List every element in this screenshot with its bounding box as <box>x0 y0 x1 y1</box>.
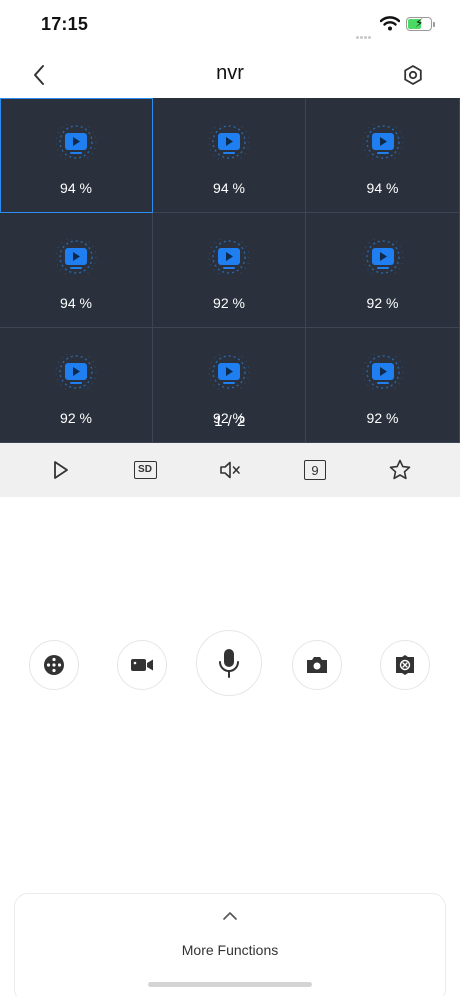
quality-label: SD <box>138 464 152 475</box>
loading-percent: 94 % <box>366 180 399 196</box>
video-play-icon <box>362 354 403 390</box>
ptz-button[interactable] <box>29 640 79 690</box>
chevron-up-icon[interactable] <box>221 910 239 922</box>
video-cell[interactable]: 94 % <box>153 98 306 213</box>
status-bar: 17:15 ⚡ <box>0 0 460 50</box>
control-row <box>0 630 460 710</box>
settings-hexagon-icon <box>404 65 422 85</box>
nav-bar: nvr <box>0 50 460 98</box>
play-button[interactable] <box>46 456 74 484</box>
snapshot-button[interactable] <box>292 640 342 690</box>
mute-icon <box>220 461 240 479</box>
video-cell[interactable]: 94 % <box>306 98 460 213</box>
video-play-icon <box>208 124 250 160</box>
more-functions-label[interactable]: More Functions <box>15 942 445 958</box>
video-cell[interactable]: 92 % <box>153 213 306 328</box>
mute-button[interactable] <box>216 456 244 484</box>
video-play-icon <box>55 124 97 160</box>
favorite-button[interactable] <box>386 456 414 484</box>
wifi-icon <box>379 16 401 36</box>
video-cell[interactable]: 94 % <box>0 98 153 213</box>
loading-percent: 92 % <box>213 295 245 311</box>
snapshot-camera-icon <box>307 657 327 673</box>
video-play-icon <box>208 354 250 390</box>
video-play-icon <box>208 239 250 275</box>
talk-button[interactable] <box>196 630 262 696</box>
split-count-label: 9 <box>311 462 319 478</box>
page-title: nvr <box>216 62 244 84</box>
loading-percent: 94 % <box>60 180 92 196</box>
loading-percent: 92 % <box>366 295 399 311</box>
split-screen-icon: 9 <box>304 460 326 480</box>
home-indicator <box>148 982 312 987</box>
record-video-icon <box>131 659 153 671</box>
battery-icon: ⚡ <box>406 16 435 31</box>
sd-quality-icon: SD <box>133 461 157 479</box>
cellular-signal-icon <box>356 26 372 44</box>
microphone-icon <box>219 649 239 678</box>
quality-button[interactable]: SD <box>131 456 159 484</box>
settings-button[interactable] <box>398 60 428 90</box>
page-indicator: 1 / 2 <box>214 413 246 430</box>
video-grid: 94 % 94 % 94 % 94 % 92 % 92 % 92 % 92 % … <box>0 98 460 443</box>
video-cell[interactable]: 94 % <box>0 213 153 328</box>
status-time: 17:15 <box>41 14 89 34</box>
video-play-icon <box>55 239 97 275</box>
loading-percent: 94 % <box>213 180 245 196</box>
favorite-star-icon <box>389 459 411 480</box>
video-play-icon <box>55 354 97 390</box>
record-button[interactable] <box>117 640 167 690</box>
ptz-control-icon <box>44 655 64 675</box>
video-cell[interactable]: 92 % <box>306 213 460 328</box>
split-screen-button[interactable]: 9 <box>301 456 329 484</box>
video-play-icon <box>362 239 403 275</box>
video-play-icon <box>362 124 403 160</box>
playback-toolbar: SD 9 <box>0 443 460 497</box>
more-functions-panel[interactable]: More Functions <box>14 893 446 996</box>
fisheye-icon <box>396 655 414 675</box>
loading-percent: 94 % <box>60 295 92 311</box>
fisheye-button[interactable] <box>380 640 430 690</box>
play-icon <box>54 461 68 479</box>
